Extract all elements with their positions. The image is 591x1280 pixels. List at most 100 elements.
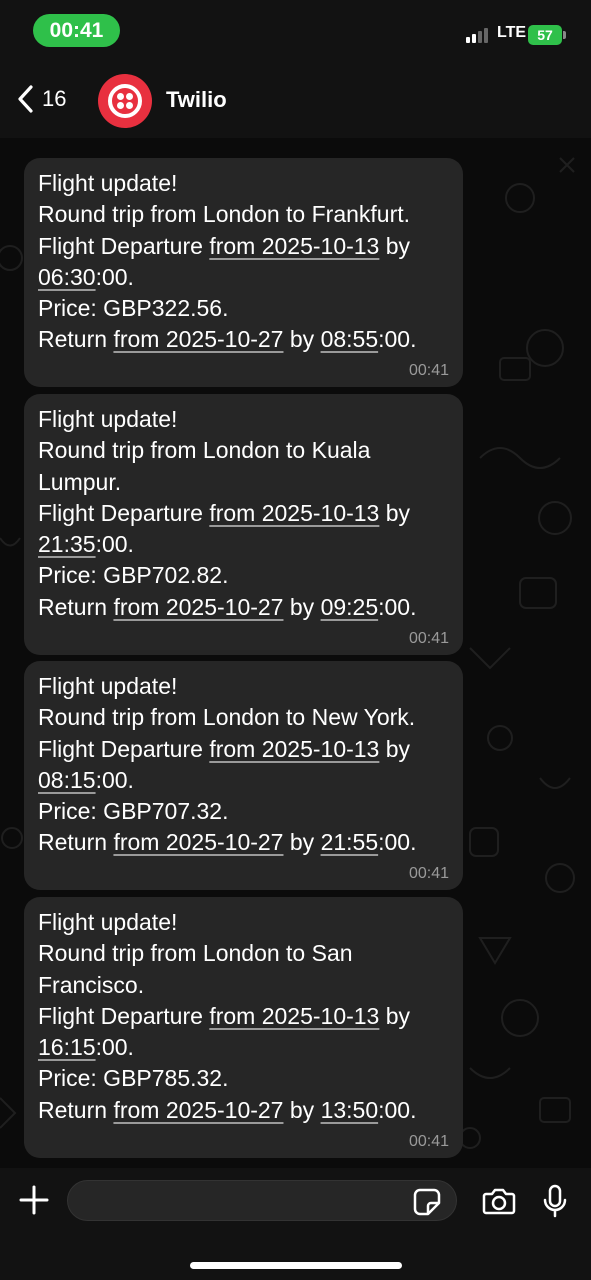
message-link[interactable]: 08:15 <box>38 767 96 793</box>
message-link[interactable]: from 2025-10-13 <box>209 500 379 526</box>
message-text: Round trip from London to Kuala <box>38 437 371 464</box>
microphone-icon[interactable] <box>543 1184 567 1218</box>
message-text: :00. <box>95 766 134 793</box>
message-timestamp: 00:41 <box>408 1133 449 1150</box>
message-bubble[interactable]: Flight update! Round trip from London to … <box>24 394 463 655</box>
message-line: Flight update! <box>38 404 449 435</box>
message-text: Return <box>38 593 114 620</box>
message-text: Return <box>38 326 114 353</box>
message-line: Price: GBP707.32. <box>38 796 449 827</box>
message-text: Price: GBP322.56. <box>38 295 229 322</box>
message-line: Round trip from London to Kuala <box>38 435 449 466</box>
message-line: Price: GBP785.32. <box>38 1063 449 1094</box>
message-line: Lumpur. <box>38 467 449 498</box>
message-link[interactable]: from 2025-10-27 <box>113 326 283 352</box>
message-bubble[interactable]: Flight update! Round trip from London to … <box>24 158 463 387</box>
status-bar: 00:41 LTE 57 <box>0 0 591 62</box>
message-text: by <box>379 232 411 259</box>
network-type: LTE <box>497 24 527 41</box>
message-text: Flight Departure <box>38 499 210 526</box>
message-line: Return from 2025-10-27 by 08:55:00. <box>38 324 449 355</box>
message-line: 16:15:00. <box>38 1032 449 1063</box>
message-line: Round trip from London to Frankfurt. <box>38 199 449 230</box>
message-text: Francisco. <box>38 971 145 998</box>
battery-icon: 57 <box>528 25 566 45</box>
message-text: :00. <box>378 829 417 856</box>
message-text: :00. <box>95 263 134 290</box>
message-bubble[interactable]: Flight update! Round trip from London to … <box>24 661 463 890</box>
camera-icon[interactable] <box>482 1186 516 1216</box>
message-timestamp: 00:41 <box>408 362 449 379</box>
message-line: Return from 2025-10-27 by 09:25:00. <box>38 592 449 623</box>
message-link[interactable]: 21:35 <box>38 531 96 557</box>
message-link[interactable]: 08:55 <box>321 326 379 352</box>
message-text: by <box>379 1002 411 1029</box>
message-text: Flight Departure <box>38 735 210 762</box>
message-line: Flight Departure from 2025-10-13 by <box>38 498 449 529</box>
message-text: :00. <box>378 593 417 620</box>
message-link[interactable]: from 2025-10-13 <box>209 736 379 762</box>
message-line: 06:30:00. <box>38 262 449 293</box>
message-line: Flight Departure from 2025-10-13 by <box>38 734 449 765</box>
message-link[interactable]: 09:25 <box>321 594 379 620</box>
chevron-left-icon <box>18 85 33 113</box>
home-indicator[interactable] <box>190 1262 402 1269</box>
message-link[interactable]: 06:30 <box>38 264 96 290</box>
message-text: Price: GBP785.32. <box>38 1065 229 1092</box>
message-text: by <box>379 499 411 526</box>
message-line: Francisco. <box>38 970 449 1001</box>
message-text: :00. <box>378 326 417 353</box>
message-list[interactable]: Flight update! Round trip from London to … <box>0 138 591 1168</box>
message-text: Round trip from London to New York. <box>38 704 416 731</box>
message-link[interactable]: 21:55 <box>321 829 379 855</box>
message-text: by <box>283 829 321 856</box>
message-line: Round trip from London to New York. <box>38 702 449 733</box>
contact-avatar[interactable] <box>98 74 152 128</box>
message-line: Round trip from London to San <box>38 938 449 969</box>
message-line: Price: GBP322.56. <box>38 293 449 324</box>
message-text: Round trip from London to San <box>38 940 353 967</box>
message-link[interactable]: from 2025-10-27 <box>113 829 283 855</box>
sticker-icon[interactable] <box>412 1187 442 1217</box>
battery-level: 57 <box>537 27 553 43</box>
message-text: Round trip from London to Frankfurt. <box>38 201 411 228</box>
message-line: Return from 2025-10-27 by 13:50:00. <box>38 1095 449 1126</box>
message-link[interactable]: from 2025-10-27 <box>113 1097 283 1123</box>
message-line: Flight update! <box>38 671 449 702</box>
message-text: :00. <box>95 531 134 558</box>
message-line: Price: GBP702.82. <box>38 560 449 591</box>
plus-icon[interactable] <box>18 1184 50 1216</box>
status-time: 00:41 <box>33 14 120 47</box>
message-link[interactable]: 16:15 <box>38 1034 96 1060</box>
message-line: Flight update! <box>38 907 449 938</box>
message-timestamp: 00:41 <box>408 865 449 882</box>
composer-bar <box>0 1168 591 1280</box>
message-link[interactable]: from 2025-10-13 <box>209 233 379 259</box>
contact-name[interactable]: Twilio <box>166 87 227 113</box>
message-link[interactable]: from 2025-10-27 <box>113 594 283 620</box>
message-text: Price: GBP702.82. <box>38 562 229 589</box>
message-text: Return <box>38 829 114 856</box>
message-text: Flight Departure <box>38 1002 210 1029</box>
message-input[interactable] <box>67 1180 457 1221</box>
message-text: Return <box>38 1096 114 1123</box>
message-text: by <box>379 735 411 762</box>
message-link[interactable]: from 2025-10-13 <box>209 1003 379 1029</box>
message-line: Flight Departure from 2025-10-13 by <box>38 231 449 262</box>
message-line: Flight update! <box>38 168 449 199</box>
unread-count: 16 <box>42 86 67 111</box>
chat-header: 16 Twilio <box>0 62 591 138</box>
message-text: :00. <box>95 1034 134 1061</box>
message-text: :00. <box>378 1096 417 1123</box>
message-line: Flight Departure from 2025-10-13 by <box>38 1001 449 1032</box>
back-button[interactable]: 16 <box>16 84 66 114</box>
message-bubble[interactable]: Flight update! Round trip from London to … <box>24 897 463 1158</box>
message-text: by <box>283 1096 321 1123</box>
message-line: 08:15:00. <box>38 765 449 796</box>
message-link[interactable]: 13:50 <box>321 1097 379 1123</box>
message-text: Lumpur. <box>38 468 122 495</box>
message-timestamp: 00:41 <box>408 630 449 647</box>
message-text: by <box>283 593 321 620</box>
message-text: Price: GBP707.32. <box>38 798 229 825</box>
message-text: Flight Departure <box>38 232 210 259</box>
